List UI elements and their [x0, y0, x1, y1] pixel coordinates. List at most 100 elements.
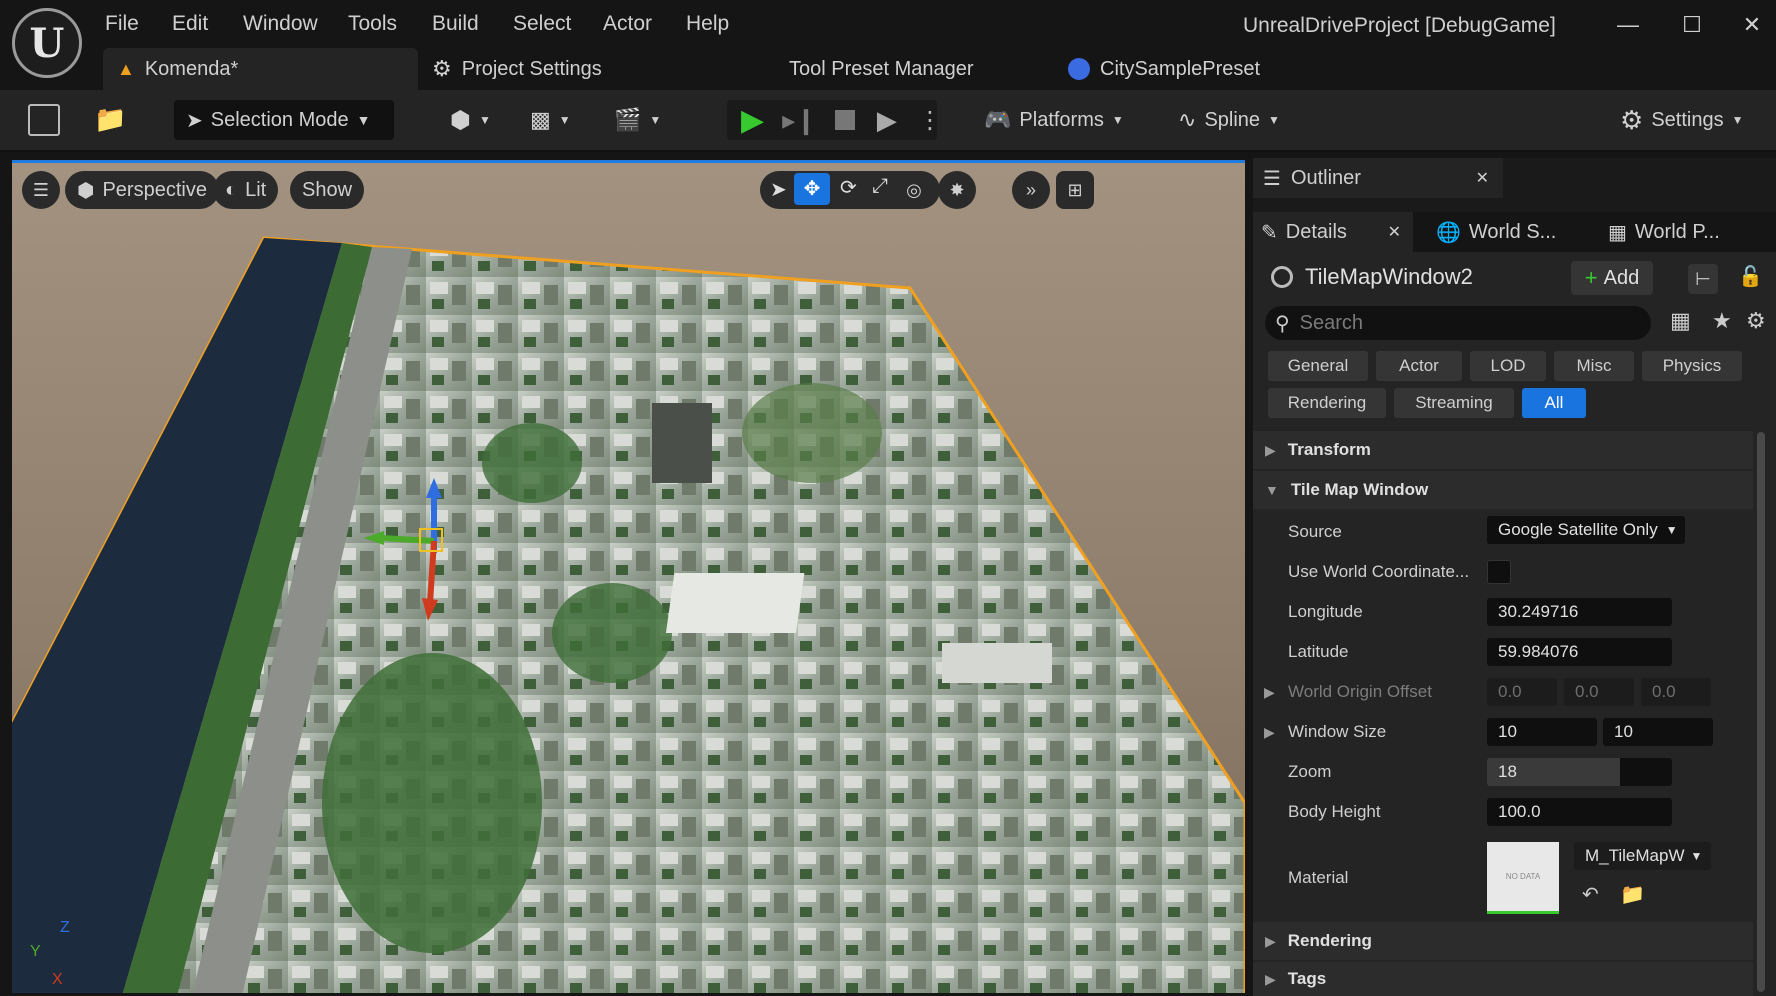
- add-component-button[interactable]: + Add: [1571, 261, 1653, 295]
- menu-select[interactable]: Select: [513, 12, 571, 36]
- body-height-field[interactable]: 100.0: [1487, 798, 1672, 826]
- expand-arrow-icon: ▶: [1265, 932, 1276, 949]
- outliner-icon: ☰: [1263, 167, 1281, 190]
- section-tile-map-window[interactable]: ▼ Tile Map Window: [1253, 471, 1753, 509]
- tab-komenda[interactable]: ▲ Komenda*: [103, 48, 418, 90]
- maximize-icon[interactable]: ☐: [1670, 8, 1714, 42]
- world-origin-y-field[interactable]: 0.0: [1564, 678, 1634, 706]
- spline-dropdown[interactable]: ∿ Spline ▼: [1178, 100, 1280, 140]
- material-thumbnail[interactable]: NO DATA: [1487, 842, 1559, 914]
- viewport-menu-icon[interactable]: ☰: [22, 171, 60, 209]
- details-search[interactable]: ⚲: [1265, 306, 1651, 340]
- unreal-logo-icon[interactable]: U: [12, 8, 82, 78]
- content-browser-icon[interactable]: 📁: [94, 104, 128, 136]
- expand-arrow-icon[interactable]: ▶: [1264, 724, 1275, 741]
- platforms-dropdown[interactable]: 🎮 Platforms ▼: [984, 100, 1124, 140]
- menu-edit[interactable]: Edit: [172, 12, 208, 36]
- section-rendering[interactable]: ▶ Rendering: [1253, 922, 1753, 960]
- step-icon[interactable]: ▸❙: [782, 105, 817, 136]
- spline-icon: ∿: [1178, 107, 1197, 132]
- preset-icon: [1068, 58, 1090, 80]
- tab-world-settings[interactable]: 🌐 World S...: [1428, 212, 1556, 252]
- material-label: Material: [1288, 868, 1349, 887]
- close-icon[interactable]: ✕: [1476, 168, 1489, 188]
- window-size-x-field[interactable]: 10: [1487, 718, 1597, 746]
- section-tags[interactable]: ▶ Tags: [1253, 962, 1753, 996]
- lit-button[interactable]: ◐ Lit: [213, 171, 279, 209]
- save-icon[interactable]: [28, 104, 60, 136]
- latitude-field[interactable]: 59.984076: [1487, 638, 1672, 666]
- material-dropdown[interactable]: M_TileMapW ▼: [1574, 842, 1711, 870]
- outliner-label: Outliner: [1290, 166, 1361, 189]
- more-options-icon[interactable]: ⋮: [918, 106, 942, 135]
- tab-label: CitySamplePreset: [1100, 57, 1261, 80]
- menu-actor[interactable]: Actor: [603, 12, 652, 36]
- settings-dropdown[interactable]: ⚙ Settings ▼: [1620, 100, 1743, 140]
- filter-streaming[interactable]: Streaming: [1394, 388, 1514, 418]
- eject-icon[interactable]: ▶: [877, 105, 897, 136]
- close-window-icon[interactable]: ✕: [1730, 8, 1774, 42]
- tab-project-settings[interactable]: ⚙ Project Settings: [432, 48, 602, 90]
- chevron-down-icon: ▼: [649, 113, 662, 127]
- close-icon[interactable]: ✕: [1388, 222, 1401, 242]
- window-size-y-field[interactable]: 10: [1603, 718, 1713, 746]
- tab-world-partition[interactable]: ▦ World P...: [1600, 212, 1720, 252]
- play-icon[interactable]: ▶: [741, 103, 764, 138]
- longitude-field[interactable]: 30.249716: [1487, 598, 1672, 626]
- filter-lod[interactable]: LOD: [1470, 351, 1546, 381]
- menu-tools[interactable]: Tools: [348, 12, 397, 36]
- minimize-icon[interactable]: —: [1606, 8, 1650, 42]
- zoom-slider[interactable]: 18: [1487, 758, 1672, 786]
- stop-icon[interactable]: [834, 110, 855, 130]
- menu-build[interactable]: Build: [432, 12, 479, 36]
- details-settings-gear-icon[interactable]: ⚙: [1746, 308, 1766, 334]
- cinematics-button[interactable]: 🎬 ▼: [614, 100, 661, 140]
- tab-outliner[interactable]: ☰ Outliner ✕: [1253, 158, 1503, 198]
- menu-file[interactable]: File: [105, 12, 139, 36]
- tab-city-sample-preset[interactable]: CitySamplePreset: [1068, 48, 1260, 90]
- expand-toolbar-icon[interactable]: »: [1012, 171, 1050, 209]
- filter-actor[interactable]: Actor: [1376, 351, 1462, 381]
- axis-y-label: Y: [30, 943, 41, 960]
- world-origin-z-field[interactable]: 0.0: [1641, 678, 1711, 706]
- filter-rendering[interactable]: Rendering: [1268, 388, 1386, 418]
- tab-details[interactable]: ✎ Details ✕: [1253, 212, 1413, 252]
- menu-help[interactable]: Help: [686, 12, 729, 36]
- add-actor-button[interactable]: ⬢ ▼: [450, 100, 491, 140]
- filter-physics[interactable]: Physics: [1642, 351, 1742, 381]
- scale-tool-icon[interactable]: ⤢: [872, 175, 888, 198]
- tab-label: Project Settings: [461, 57, 602, 80]
- lock-icon[interactable]: 🔓: [1738, 264, 1763, 289]
- level-viewport[interactable]: ☰ ⬢ Perspective ◐ Lit Show ➤ ✥ ⟳ ⤢ ◎ ✸ »…: [12, 160, 1245, 993]
- details-scrollbar[interactable]: [1757, 432, 1765, 992]
- filter-general[interactable]: General: [1268, 351, 1368, 381]
- play-controls: ▶ ▸❙ ▶: [727, 100, 937, 140]
- table-view-icon[interactable]: ▦: [1670, 308, 1691, 334]
- search-input[interactable]: [1299, 311, 1620, 335]
- tab-tool-preset-manager[interactable]: Tool Preset Manager: [789, 48, 974, 90]
- blueprint-button[interactable]: ▩ ▼: [530, 100, 571, 140]
- world-origin-x-field[interactable]: 0.0: [1487, 678, 1557, 706]
- perspective-button[interactable]: ⬢ Perspective: [65, 171, 219, 209]
- world-local-icon[interactable]: ✸: [938, 171, 976, 209]
- rotate-tool-icon[interactable]: ⟳: [840, 175, 857, 200]
- select-tool-icon[interactable]: ➤: [770, 177, 787, 202]
- satellite-terrain[interactable]: [12, 163, 1245, 993]
- browse-folder-icon[interactable]: 📁: [1620, 882, 1645, 907]
- favorite-star-icon[interactable]: ★: [1712, 308, 1732, 334]
- viewport-layout-icon[interactable]: ⊞: [1056, 171, 1094, 209]
- settings-gear-icon: ⚙: [432, 56, 452, 81]
- filter-misc[interactable]: Misc: [1554, 351, 1634, 381]
- filter-all[interactable]: All: [1522, 388, 1586, 418]
- source-dropdown[interactable]: Google Satellite Only ▼: [1487, 516, 1685, 544]
- translate-tool-icon[interactable]: ✥: [794, 173, 830, 205]
- surface-snap-icon[interactable]: ◎: [895, 171, 933, 209]
- hierarchy-icon[interactable]: ⊢: [1688, 264, 1718, 294]
- reset-arrow-icon[interactable]: ↶: [1582, 882, 1599, 907]
- selection-mode-dropdown[interactable]: ➤ Selection Mode ▼: [174, 100, 394, 140]
- menu-window[interactable]: Window: [243, 12, 318, 36]
- show-button[interactable]: Show: [290, 171, 365, 209]
- use-world-coordinate-checkbox[interactable]: [1487, 560, 1511, 584]
- section-transform[interactable]: ▶ Transform: [1253, 431, 1753, 469]
- expand-arrow-icon[interactable]: ▶: [1264, 684, 1275, 701]
